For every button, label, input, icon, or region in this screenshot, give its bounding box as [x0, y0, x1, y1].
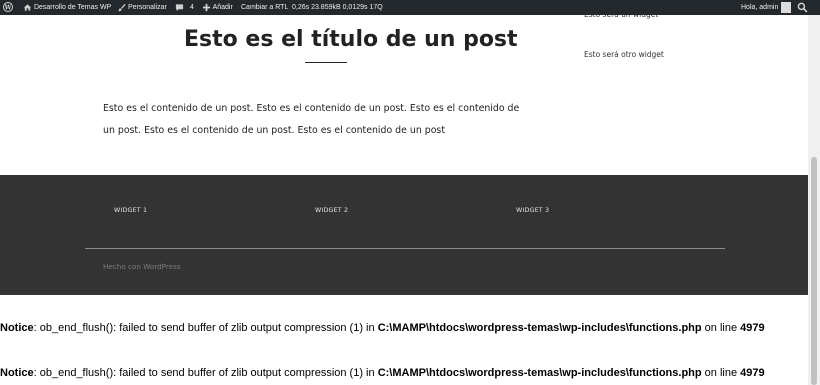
notice-line-text: on line	[701, 322, 741, 334]
notice-label: Notice	[0, 322, 34, 334]
new-content-label: Añadir	[212, 4, 233, 11]
notice-label: Notice	[0, 367, 34, 379]
sidebar-widget-2: Esto será otro widget	[584, 50, 664, 59]
comments-count: 4	[189, 4, 194, 11]
post-content: Esto es el contenido de un post. Esto es…	[103, 103, 520, 136]
search-icon[interactable]	[797, 2, 808, 13]
home-icon	[23, 4, 32, 11]
footer-widget-3: WIDGET 3	[516, 207, 550, 214]
customize-link[interactable]: Personalizar	[117, 0, 167, 15]
php-notice: Notice: ob_end_flush(): failed to send b…	[0, 322, 808, 334]
site-footer: WIDGET 1 WIDGET 2 WIDGET 3 Hecho con Wor…	[0, 175, 808, 295]
notice-message: : ob_end_flush(): failed to send buffer …	[33, 322, 378, 334]
performance-stats[interactable]: 0,26s 23.859kB 0,0129s 17Q	[292, 0, 383, 15]
scrollbar[interactable]	[808, 15, 820, 385]
rtl-toggle-link[interactable]: Cambiar a RTL	[241, 0, 288, 15]
comments-link[interactable]: 4	[175, 0, 194, 15]
scrollbar-thumb[interactable]	[811, 157, 817, 385]
post-title: Esto es el título de un post	[184, 27, 518, 52]
howdy-user-link[interactable]: Hola, admin	[741, 0, 778, 15]
avatar[interactable]	[781, 2, 791, 13]
php-notice: Notice: ob_end_flush(): failed to send b…	[0, 367, 808, 379]
new-content-link[interactable]: Añadir	[202, 0, 233, 15]
site-name-link[interactable]: Desarrollo de Temas WP	[23, 0, 111, 15]
notice-line-number: 4979	[740, 367, 765, 379]
title-divider	[305, 62, 347, 63]
comment-bubble-icon	[175, 4, 184, 11]
paintbrush-icon	[117, 3, 126, 11]
footer-widget-2: WIDGET 2	[315, 207, 349, 214]
admin-bar: W Desarrollo de Temas WP Personalizar 4 …	[0, 0, 820, 15]
notice-line-text: on line	[701, 367, 741, 379]
site-name-label: Desarrollo de Temas WP	[33, 4, 112, 11]
svg-text:W: W	[4, 4, 12, 11]
footer-divider	[85, 248, 725, 249]
wordpress-logo-icon[interactable]: W	[3, 0, 15, 15]
notice-line-number: 4979	[740, 322, 765, 334]
footer-credit: Hecho con WordPress	[103, 262, 181, 271]
plus-icon	[202, 3, 211, 11]
notice-message: : ob_end_flush(): failed to send buffer …	[33, 367, 378, 379]
footer-widget-1: WIDGET 1	[114, 207, 148, 214]
customize-label: Personalizar	[127, 4, 167, 11]
notice-path: C:\MAMP\htdocs\wordpress-temas\wp-includ…	[377, 367, 702, 379]
notice-path: C:\MAMP\htdocs\wordpress-temas\wp-includ…	[377, 322, 702, 334]
